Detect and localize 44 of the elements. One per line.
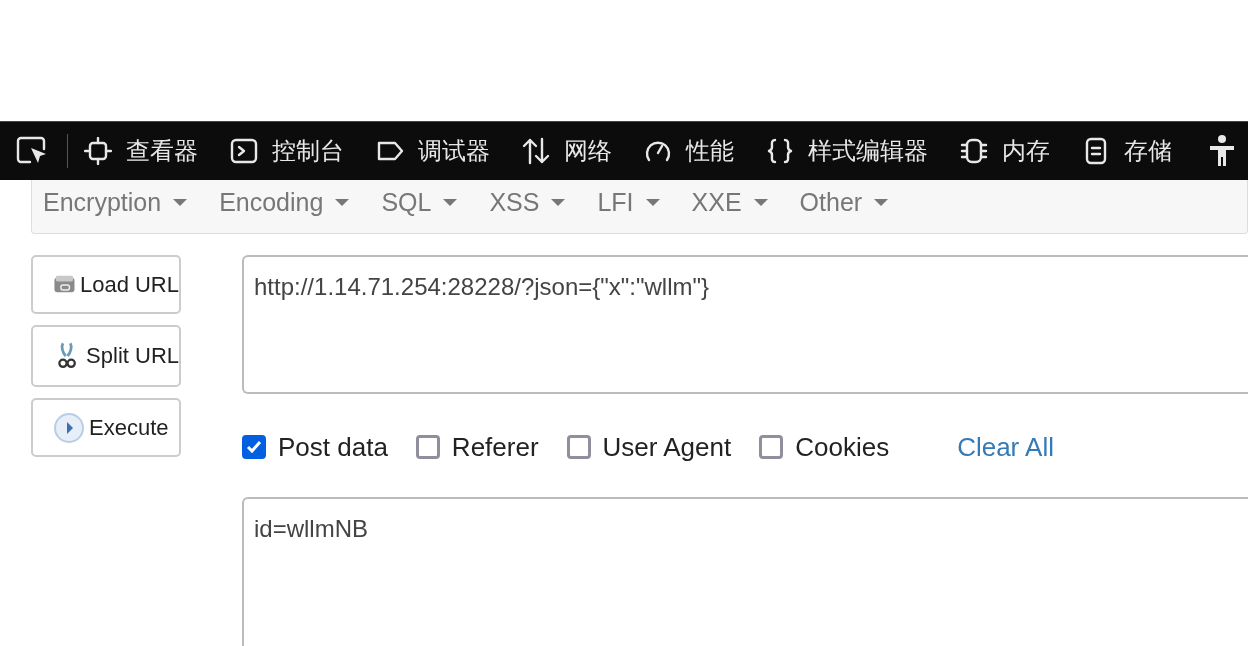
checkbox[interactable] [242, 435, 266, 459]
option-checkbox[interactable]: User Agent [566, 431, 732, 463]
toolbar-button[interactable]: Load URL [31, 255, 181, 314]
menu-dropdown[interactable]: XXE [691, 188, 796, 217]
arrows-icon [522, 137, 550, 165]
option-checkbox[interactable]: Post data [242, 431, 388, 463]
toolbar-button[interactable]: Execute [31, 398, 181, 457]
caret-icon [551, 199, 566, 206]
checkbox[interactable] [415, 435, 440, 459]
devtools-tab[interactable]: 样式编辑器 [750, 122, 944, 180]
devtools-tab[interactable]: 查看器 [84, 122, 214, 180]
braces-icon [766, 137, 794, 165]
url-field[interactable]: http://1.14.71.254:28228/?json={"x":"wllm"} [242, 255, 1248, 394]
check-icon [246, 440, 262, 454]
caret-icon [443, 199, 458, 206]
console-icon [230, 137, 258, 165]
menu-dropdown[interactable]: Encoding [219, 188, 378, 217]
checkbox[interactable] [566, 435, 591, 459]
chip-icon [84, 137, 112, 165]
toolbar-button[interactable]: Split URL [31, 325, 181, 387]
option-checkbox[interactable]: Cookies [759, 431, 890, 463]
menu-dropdown[interactable]: Encryption [43, 188, 216, 217]
caret-icon [753, 199, 768, 206]
caret-icon [874, 199, 889, 206]
post-data-field[interactable]: id=wllmNB [242, 497, 1248, 646]
caret-icon [645, 199, 660, 206]
menu-dropdown[interactable]: SQL [381, 188, 486, 217]
menu-dropdown[interactable]: LFI [597, 188, 688, 217]
devtools-tab[interactable]: 内存 [944, 122, 1066, 180]
play-icon [53, 411, 85, 444]
caret-icon [173, 199, 188, 206]
menu-dropdown[interactable]: Other [799, 188, 917, 217]
memory-icon [960, 137, 988, 165]
devtools-tab[interactable]: 控制台 [214, 122, 360, 180]
devtools-tab[interactable]: 性能 [628, 122, 750, 180]
option-checkbox[interactable]: Referer [415, 431, 539, 463]
menu-dropdown[interactable]: XSS [489, 188, 594, 217]
devtools-tab[interactable]: 网络 [506, 122, 628, 180]
caret-icon [335, 199, 350, 206]
checkbox[interactable] [759, 435, 784, 459]
clear-all-link[interactable]: Clear All [957, 431, 1054, 463]
accessibility-icon[interactable] [1208, 134, 1236, 168]
devtools-tab[interactable]: 调试器 [360, 122, 506, 180]
devtools-tab[interactable]: 存储 [1066, 122, 1188, 180]
